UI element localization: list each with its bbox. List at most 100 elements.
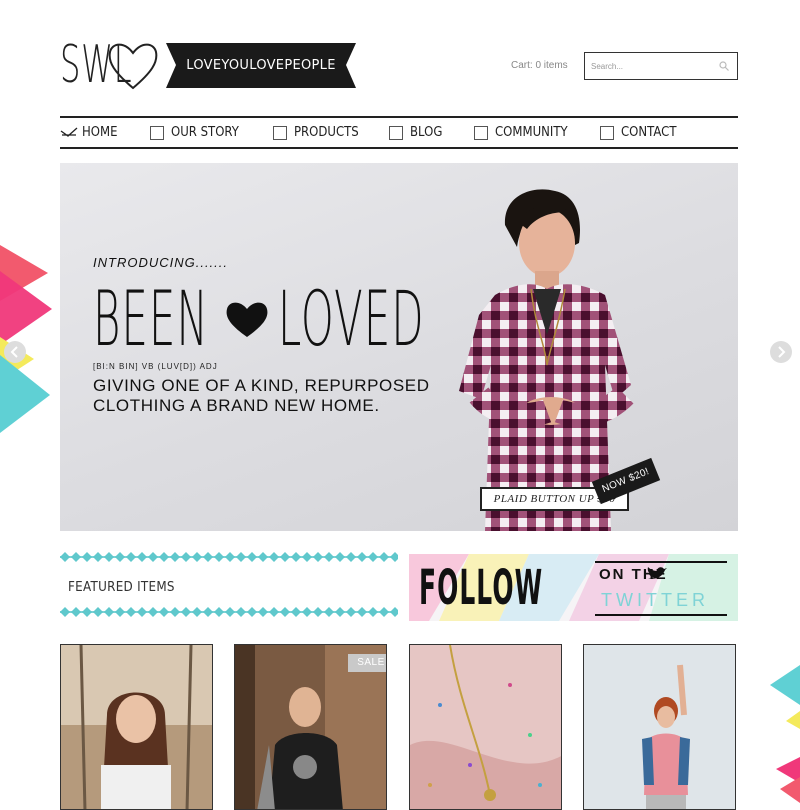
diamond-shape xyxy=(357,552,367,562)
diamond-shape xyxy=(192,607,202,617)
diamond-shape xyxy=(93,552,103,562)
heart-icon xyxy=(108,43,158,90)
search-icon[interactable] xyxy=(719,61,729,71)
diamond-shape xyxy=(192,552,202,562)
hero-title-loved: LOVED xyxy=(278,274,425,363)
follow-twitter-banner[interactable]: FOLLOW US ON THE TWITTER xyxy=(409,554,738,621)
diamond-shape xyxy=(148,607,158,617)
diamond-shape xyxy=(115,552,125,562)
diamond-shape xyxy=(104,552,114,562)
diamond-shape xyxy=(236,552,246,562)
nav-item-our-story[interactable]: OUR STORY xyxy=(150,118,246,147)
diamond-shape xyxy=(203,552,213,562)
checkbox-icon xyxy=(150,125,164,140)
featured-items-title: FEATURED ITEMS xyxy=(68,580,175,595)
diamond-shape xyxy=(93,607,103,617)
nav-item-community[interactable]: COMMUNITY xyxy=(474,118,576,147)
zigzag-border-top xyxy=(60,552,398,562)
diamond-shape xyxy=(280,552,290,562)
nav-item-contact[interactable]: CONTACT xyxy=(600,118,683,147)
diamond-shape xyxy=(346,552,356,562)
slider-prev-button[interactable] xyxy=(4,341,26,363)
checkbox-icon xyxy=(389,125,403,140)
diamond-shape xyxy=(137,552,147,562)
featured-items-header: FEATURED ITEMS xyxy=(60,552,398,618)
follow-us-text: FOLLOW US xyxy=(419,560,544,621)
chevron-left-icon xyxy=(10,346,18,358)
diamond-shape xyxy=(170,607,180,617)
diamond-shape xyxy=(368,552,378,562)
diamond-shape xyxy=(170,552,180,562)
diamond-shape xyxy=(313,607,323,617)
diamond-shape xyxy=(104,607,114,617)
diamond-shape xyxy=(302,552,312,562)
diamond-shape xyxy=(148,552,158,562)
diamond-shape xyxy=(82,552,92,562)
twitter-rule-top xyxy=(595,561,727,563)
diamond-shape xyxy=(247,552,257,562)
product-card[interactable] xyxy=(60,644,213,810)
site-logo[interactable]: SWL LOVEYOULOVEPEOPLE xyxy=(60,32,360,98)
hero-tagline: GIVING ONE OF A KIND, REPURPOSED CLOTHIN… xyxy=(93,376,430,415)
product-card[interactable] xyxy=(409,644,562,810)
diamond-shape xyxy=(214,607,224,617)
nav-label-our-story: OUR STORY xyxy=(171,125,239,140)
diamond-shape xyxy=(82,607,92,617)
product-photo xyxy=(584,645,735,809)
diamond-shape xyxy=(346,607,356,617)
diamond-shape xyxy=(324,607,334,617)
diamond-shape xyxy=(71,552,81,562)
diamond-shape xyxy=(335,607,345,617)
diamond-shape xyxy=(137,607,147,617)
diamond-shape xyxy=(280,607,290,617)
hero-pronunciation: [BI:N BIN] VB (LUV[D]) ADJ xyxy=(93,362,218,371)
chevron-right-icon xyxy=(778,346,786,358)
product-card[interactable]: SALE xyxy=(234,644,387,810)
nav-item-blog[interactable]: BLOG xyxy=(389,118,446,147)
product-tag-name: PLAID BUTTON UP xyxy=(493,493,595,505)
diamond-shape xyxy=(181,552,191,562)
twitter-word: TWITTER xyxy=(601,590,709,610)
cart-link[interactable]: Cart: 0 items xyxy=(511,60,568,71)
nav-item-home[interactable]: HOME xyxy=(60,118,121,147)
check-icon xyxy=(60,127,78,137)
diamond-shape xyxy=(368,607,378,617)
hero-title-been: BEEN xyxy=(93,274,209,363)
diamond-shape xyxy=(126,607,136,617)
diamond-shape xyxy=(159,552,169,562)
diamond-shape xyxy=(225,607,235,617)
diamond-shape xyxy=(258,552,268,562)
nav-item-products[interactable]: PRODUCTS xyxy=(273,118,366,147)
slider-next-button[interactable] xyxy=(770,341,792,363)
twitter-bird-icon xyxy=(647,567,667,579)
diamond-shape xyxy=(291,552,301,562)
diamond-shape xyxy=(291,607,301,617)
diamond-shape xyxy=(115,607,125,617)
diamond-shape xyxy=(390,552,398,562)
diamond-shape xyxy=(269,607,279,617)
diamond-shape xyxy=(313,552,323,562)
product-photo xyxy=(61,645,212,809)
diamond-shape xyxy=(159,607,169,617)
diamond-shape xyxy=(379,552,389,562)
search-box xyxy=(584,52,738,80)
diamond-shape xyxy=(203,607,213,617)
search-input[interactable] xyxy=(591,58,711,74)
nav-label-products: PRODUCTS xyxy=(294,125,359,140)
diamond-shape xyxy=(214,552,224,562)
diamond-shape xyxy=(258,607,268,617)
heart-icon xyxy=(226,302,268,337)
diamond-shape xyxy=(60,552,70,562)
diamond-shape xyxy=(126,552,136,562)
diamond-shape xyxy=(357,607,367,617)
diamond-shape xyxy=(302,607,312,617)
diamond-shape xyxy=(335,552,345,562)
product-photo xyxy=(410,645,561,809)
product-card[interactable] xyxy=(583,644,736,810)
nav-label-blog: BLOG xyxy=(410,125,443,140)
diamond-shape xyxy=(269,552,279,562)
nav-label-community: COMMUNITY xyxy=(495,125,568,140)
hero-slide[interactable]: INTRODUCING....... BEEN LOVED [BI:N BIN]… xyxy=(60,163,738,531)
hero-intro: INTRODUCING....... xyxy=(93,255,228,270)
nav-label-contact: CONTACT xyxy=(621,125,677,140)
